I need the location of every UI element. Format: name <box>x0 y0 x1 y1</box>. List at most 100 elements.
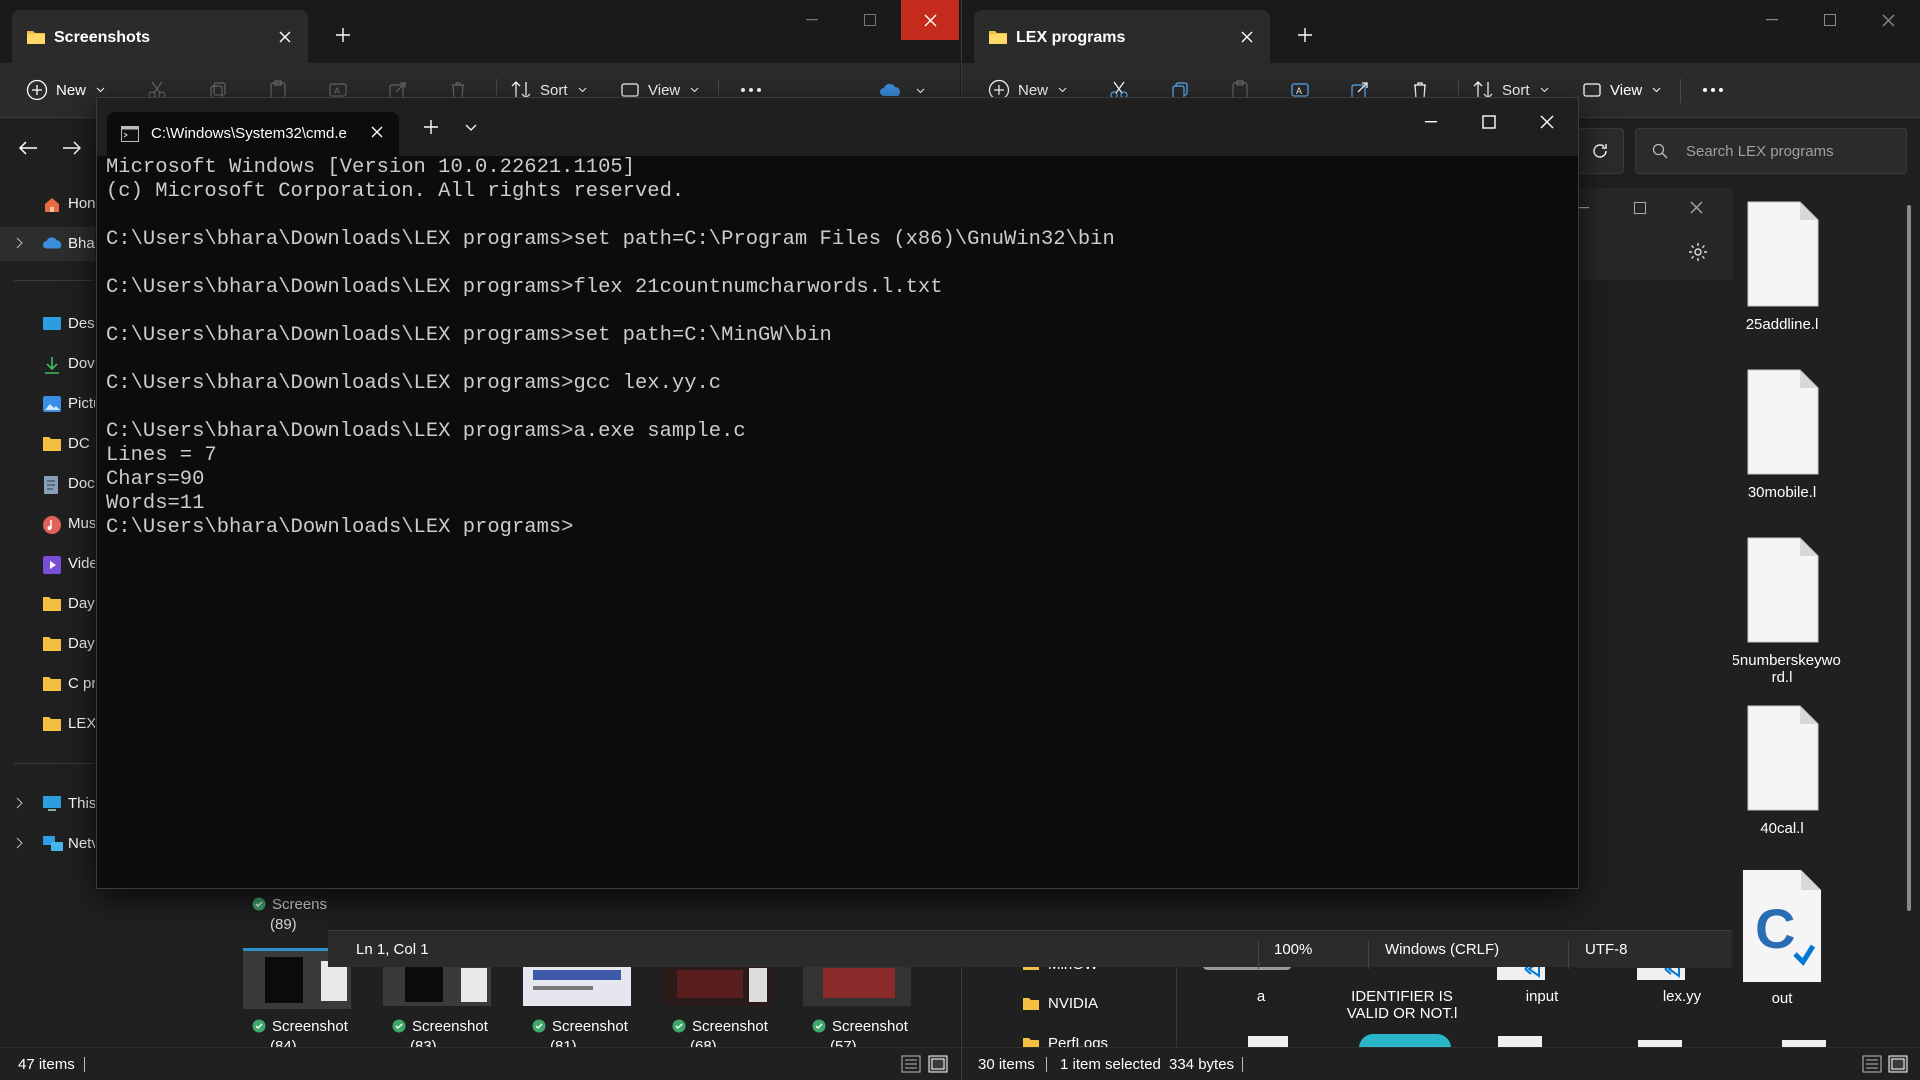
music-icon <box>42 515 62 535</box>
terminal-tab[interactable]: C:\Windows\System32\cmd.e <box>107 112 399 156</box>
notepad-status-bar: Ln 1, Col 1 100% Windows (CRLF) UTF-8 <box>328 930 1731 969</box>
view-label: View <box>648 81 681 99</box>
sidebar-item-dc[interactable]: DC <box>0 427 95 461</box>
divider <box>1242 1057 1243 1072</box>
sidebar-item-music[interactable]: Mus <box>0 507 95 541</box>
sidebar-item-home[interactable]: Hon <box>0 187 95 221</box>
thumbnail-screenshot-84[interactable]: Screenshot <box>252 1018 348 1035</box>
thumbnail-screenshot-68[interactable]: Screenshot <box>672 1018 768 1035</box>
new-tab-icon[interactable] <box>1292 22 1318 48</box>
file-35numberskeyword[interactable]: 35numberskeywo rd.l <box>1717 536 1847 686</box>
file-preview-partial <box>1359 1034 1451 1048</box>
divider <box>1176 960 1177 1050</box>
more-options-icon[interactable] <box>1700 77 1726 103</box>
sidebar-item-pictures[interactable]: Pictu <box>0 387 95 421</box>
file-30mobile[interactable]: 30mobile.l <box>1717 368 1847 501</box>
document-icon <box>1747 201 1819 307</box>
close-window-icon[interactable] <box>1690 201 1703 214</box>
close-window-icon[interactable] <box>901 0 959 40</box>
divider <box>14 763 94 764</box>
sidebar-item-documents[interactable]: Doc <box>0 467 95 501</box>
close-tab-icon[interactable] <box>371 126 383 138</box>
minimize-icon[interactable] <box>1579 207 1589 209</box>
thumbnail-screenshot-81[interactable]: Screenshot <box>532 1018 628 1035</box>
pictures-icon <box>42 395 62 413</box>
sidebar-item-network[interactable]: Netv <box>0 827 95 861</box>
thumbnail-image[interactable] <box>383 962 491 1006</box>
minimize-icon[interactable] <box>783 0 841 40</box>
sidebar-item-downloads[interactable]: Dov <box>0 347 95 381</box>
maximize-icon[interactable] <box>1634 202 1646 214</box>
sidebar-item-c-programs[interactable]: C pr <box>0 667 95 701</box>
scrollbar[interactable] <box>1907 205 1911 911</box>
view-button[interactable]: View <box>1582 73 1661 107</box>
maximize-icon[interactable] <box>1801 0 1859 40</box>
folder-icon <box>42 435 62 452</box>
sidebar-item-lex[interactable]: LEX <box>0 707 95 741</box>
back-icon[interactable] <box>18 140 38 156</box>
file-input[interactable]: input <box>1477 988 1607 1005</box>
sidebar-item-desktop[interactable]: Desl <box>0 307 95 341</box>
close-tab-icon[interactable] <box>274 26 296 48</box>
search-placeholder: Search LEX programs <box>1686 143 1834 160</box>
forward-icon[interactable] <box>62 140 82 156</box>
new-tab-icon[interactable] <box>330 22 356 48</box>
tiles-view-icon[interactable] <box>1888 1054 1908 1074</box>
thumbnail-image[interactable] <box>663 962 771 1006</box>
divider <box>1568 941 1569 969</box>
close-tab-icon[interactable] <box>1236 26 1258 48</box>
sidebar-item-onedrive[interactable]: Bha <box>0 227 95 261</box>
maximize-icon[interactable] <box>1460 102 1518 142</box>
thumbnail-number: (89) <box>270 916 297 933</box>
sidebar-item-videos[interactable]: Vide <box>0 547 95 581</box>
synced-check-icon <box>392 1019 406 1033</box>
folder-icon <box>26 28 46 46</box>
file-identifier-valid[interactable]: IDENTIFIER IS VALID OR NOT.l <box>1337 988 1467 1022</box>
terminal-output[interactable]: Microsoft Windows [Version 10.0.22621.11… <box>106 156 1568 878</box>
tab-title: Screenshots <box>54 29 151 46</box>
tab-title: LEX programs <box>1016 29 1126 46</box>
left-tab-screenshots[interactable]: Screenshots <box>12 10 308 63</box>
synced-check-icon <box>532 1019 546 1033</box>
this-pc-icon <box>42 795 62 813</box>
minimize-icon[interactable] <box>1402 102 1460 142</box>
refresh-button[interactable] <box>1576 128 1624 174</box>
tree-item-nvidia[interactable]: NVIDIA <box>1022 995 1098 1012</box>
item-count: 47 items <box>18 1056 75 1073</box>
sidebar-item-day-2[interactable]: Day <box>0 627 95 661</box>
file-40cal[interactable]: 40cal.l <box>1717 704 1847 837</box>
file-a[interactable]: a <box>1196 988 1326 1005</box>
close-window-icon[interactable] <box>1859 0 1917 40</box>
thumbnail-image[interactable] <box>803 962 911 1006</box>
new-tab-icon[interactable] <box>424 120 438 134</box>
document-icon <box>1747 705 1819 811</box>
encoding: UTF-8 <box>1585 941 1628 958</box>
minimize-icon[interactable] <box>1743 0 1801 40</box>
settings-icon[interactable] <box>1688 242 1708 262</box>
search-box[interactable]: Search LEX programs <box>1635 128 1907 174</box>
file-lex-yy[interactable]: lex.yy <box>1617 988 1747 1005</box>
maximize-icon[interactable] <box>841 0 899 40</box>
close-window-icon[interactable] <box>1518 102 1576 142</box>
chevron-right-icon[interactable] <box>16 237 24 249</box>
tab-dropdown-icon[interactable] <box>465 124 477 132</box>
chevron-right-icon[interactable] <box>16 837 24 849</box>
notepad-editor-area[interactable] <box>1579 280 1733 930</box>
new-button[interactable]: New <box>26 73 105 107</box>
right-tab-lex-programs[interactable]: LEX programs <box>974 10 1270 63</box>
file-out[interactable]: C out <box>1717 868 1847 1007</box>
view-icon <box>1583 83 1601 97</box>
terminal-line: Words=11 <box>106 492 205 515</box>
tiles-view-icon[interactable] <box>928 1054 948 1074</box>
thumbnail-screenshot-83[interactable]: Screenshot <box>392 1018 488 1035</box>
thumbnail-image[interactable] <box>523 962 631 1006</box>
file-25addline[interactable]: 25addline.l <box>1717 200 1847 333</box>
sidebar-item-this-pc[interactable]: This <box>0 787 95 821</box>
thumbnail-screenshot-57[interactable]: Screenshot <box>812 1018 908 1035</box>
sidebar-item-day-1[interactable]: Day <box>0 587 95 621</box>
details-view-icon[interactable] <box>1862 1054 1882 1074</box>
item-count: 30 items <box>978 1056 1035 1073</box>
chevron-right-icon[interactable] <box>16 797 24 809</box>
thumbnail-screenshot-89[interactable]: Screensh <box>252 896 335 913</box>
details-view-icon[interactable] <box>901 1054 921 1074</box>
